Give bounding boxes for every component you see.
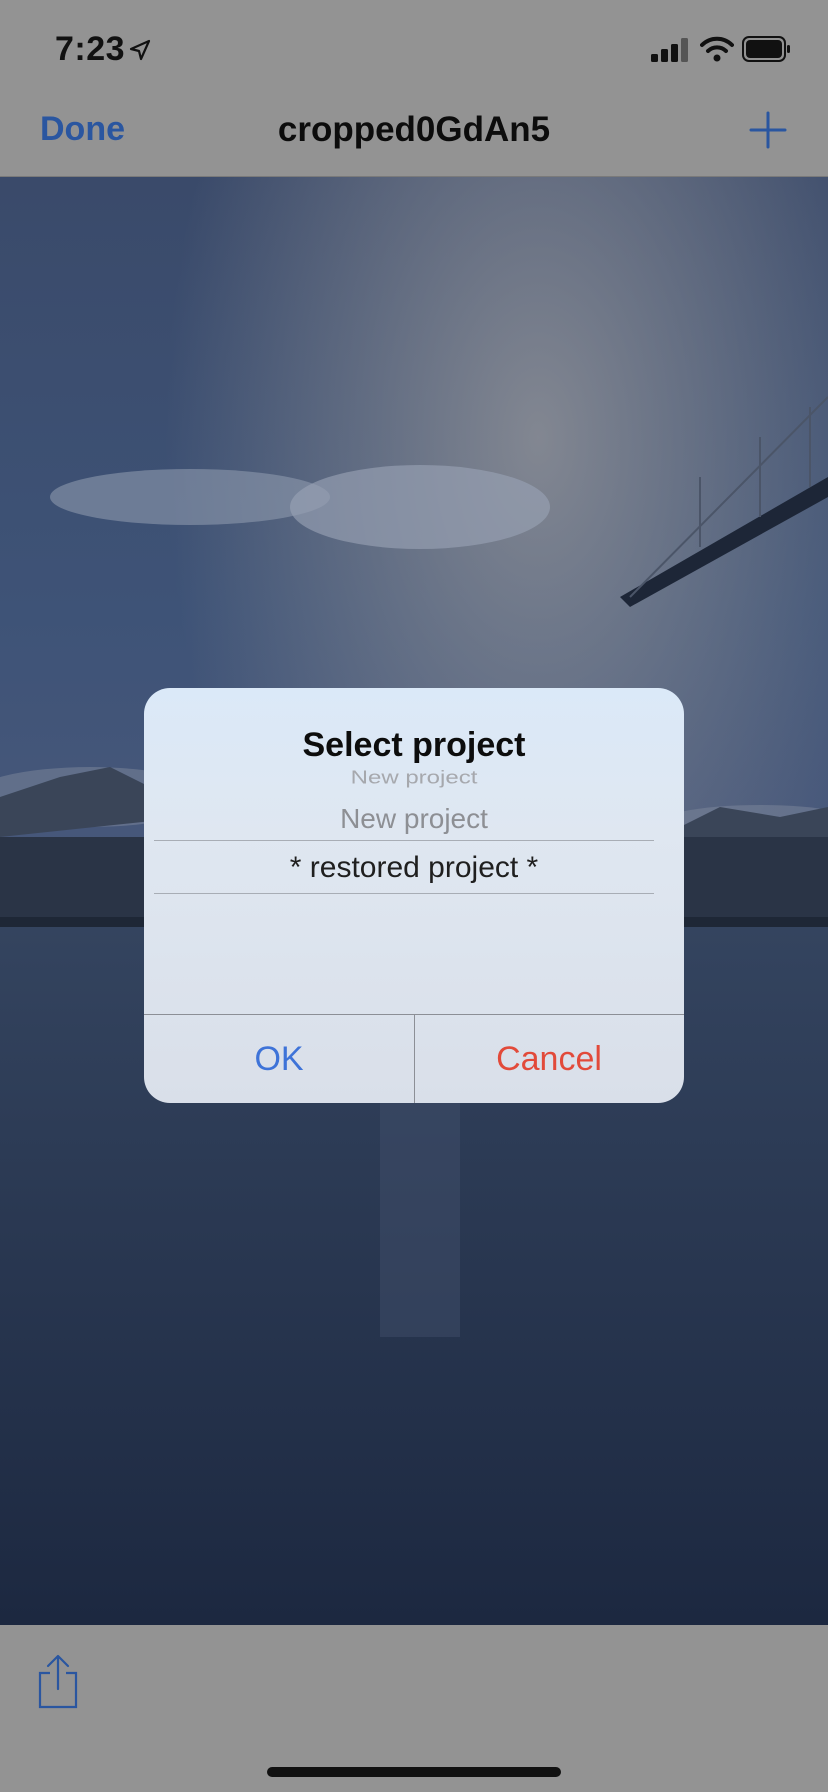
page-title: cropped0GdAn5 <box>277 110 551 149</box>
select-project-dialog: Select project New project New project *… <box>144 688 684 1103</box>
plus-icon[interactable] <box>748 110 788 150</box>
battery-icon <box>742 36 790 62</box>
share-icon[interactable] <box>36 1653 80 1709</box>
dialog-title: Select project <box>302 726 526 764</box>
cancel-button[interactable]: Cancel <box>414 1015 684 1103</box>
bottom-toolbar <box>0 1625 828 1792</box>
picker-divider <box>154 893 654 894</box>
picker-item-selected[interactable]: * restored project * <box>144 851 684 885</box>
status-time: 7:23 <box>55 30 126 68</box>
location-arrow-icon <box>129 39 151 61</box>
dialog-button-row: OK Cancel <box>144 1014 684 1103</box>
cellular-signal-icon <box>651 38 688 62</box>
navigation-bar: Done cropped0GdAn5 <box>0 98 828 177</box>
picker-divider <box>154 840 654 841</box>
home-indicator <box>267 1767 561 1777</box>
picker-item[interactable]: New project <box>144 768 684 789</box>
wifi-icon <box>700 36 734 62</box>
picker-item[interactable]: New project <box>144 803 684 835</box>
status-bar: 7:23 <box>0 0 828 98</box>
ok-button[interactable]: OK <box>144 1015 415 1103</box>
